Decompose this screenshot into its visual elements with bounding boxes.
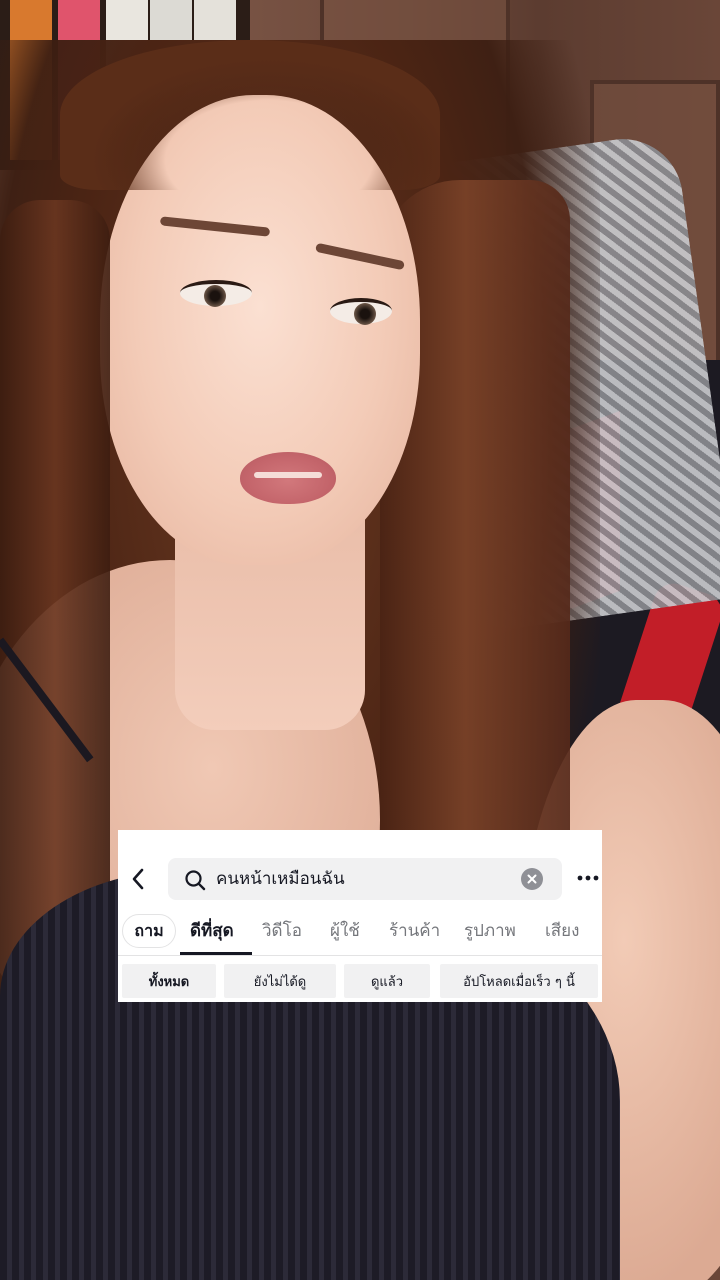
more-button[interactable] [576, 868, 600, 888]
search-overlay: คนหน้าเหมือนฉัน ถาม ดีที่สุด วิดีโอ ผู้ใ… [118, 830, 602, 1002]
filter-recently-uploaded[interactable]: อัปโหลดเมื่อเร็ว ๆ นี้ [440, 964, 598, 998]
hair-front [60, 40, 440, 190]
filter-all[interactable]: ทั้งหมด [122, 964, 216, 998]
back-button[interactable] [126, 866, 150, 892]
search-input[interactable]: คนหน้าเหมือนฉัน [168, 858, 562, 900]
more-horizontal-icon [577, 875, 599, 881]
background-photo [0, 0, 720, 1280]
chevron-left-icon [132, 868, 144, 890]
filter-watched[interactable]: ดูแล้ว [344, 964, 430, 998]
tab-top[interactable]: ดีที่สุด [190, 920, 234, 942]
clear-icon [527, 874, 537, 884]
tab-users[interactable]: ผู้ใช้ [330, 920, 360, 942]
tab-videos[interactable]: วิดีโอ [262, 920, 302, 942]
search-query: คนหน้าเหมือนฉัน [216, 869, 345, 889]
filter-unwatched[interactable]: ยังไม่ได้ดู [224, 964, 336, 998]
tab-shop[interactable]: ร้านค้า [389, 920, 440, 942]
active-tab-indicator [180, 952, 252, 955]
search-tabs: ถาม ดีที่สุด วิดีโอ ผู้ใช้ ร้านค้า รูปภา… [118, 910, 602, 956]
clear-button[interactable] [521, 868, 543, 890]
eye-right [330, 298, 392, 325]
search-icon [185, 870, 206, 891]
tab-ask[interactable]: ถาม [122, 914, 176, 948]
lips [240, 452, 336, 504]
tab-photos[interactable]: รูปภาพ [464, 920, 516, 942]
eye-left [180, 280, 252, 307]
filter-chips: ทั้งหมด ยังไม่ได้ดู ดูแล้ว อัปโหลดเมื่อเ… [118, 964, 602, 998]
tab-sounds[interactable]: เสียง [545, 920, 579, 942]
